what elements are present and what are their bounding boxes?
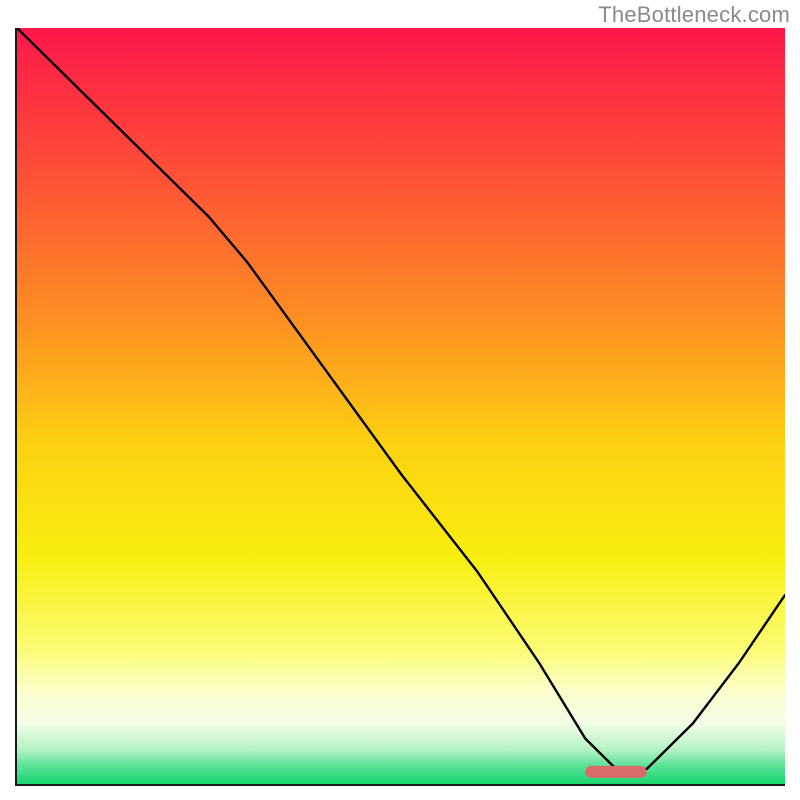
chart-area [17, 28, 785, 784]
watermark-label: TheBottleneck.com [598, 2, 790, 28]
chart-svg [17, 28, 785, 784]
minimum-marker [585, 766, 646, 778]
